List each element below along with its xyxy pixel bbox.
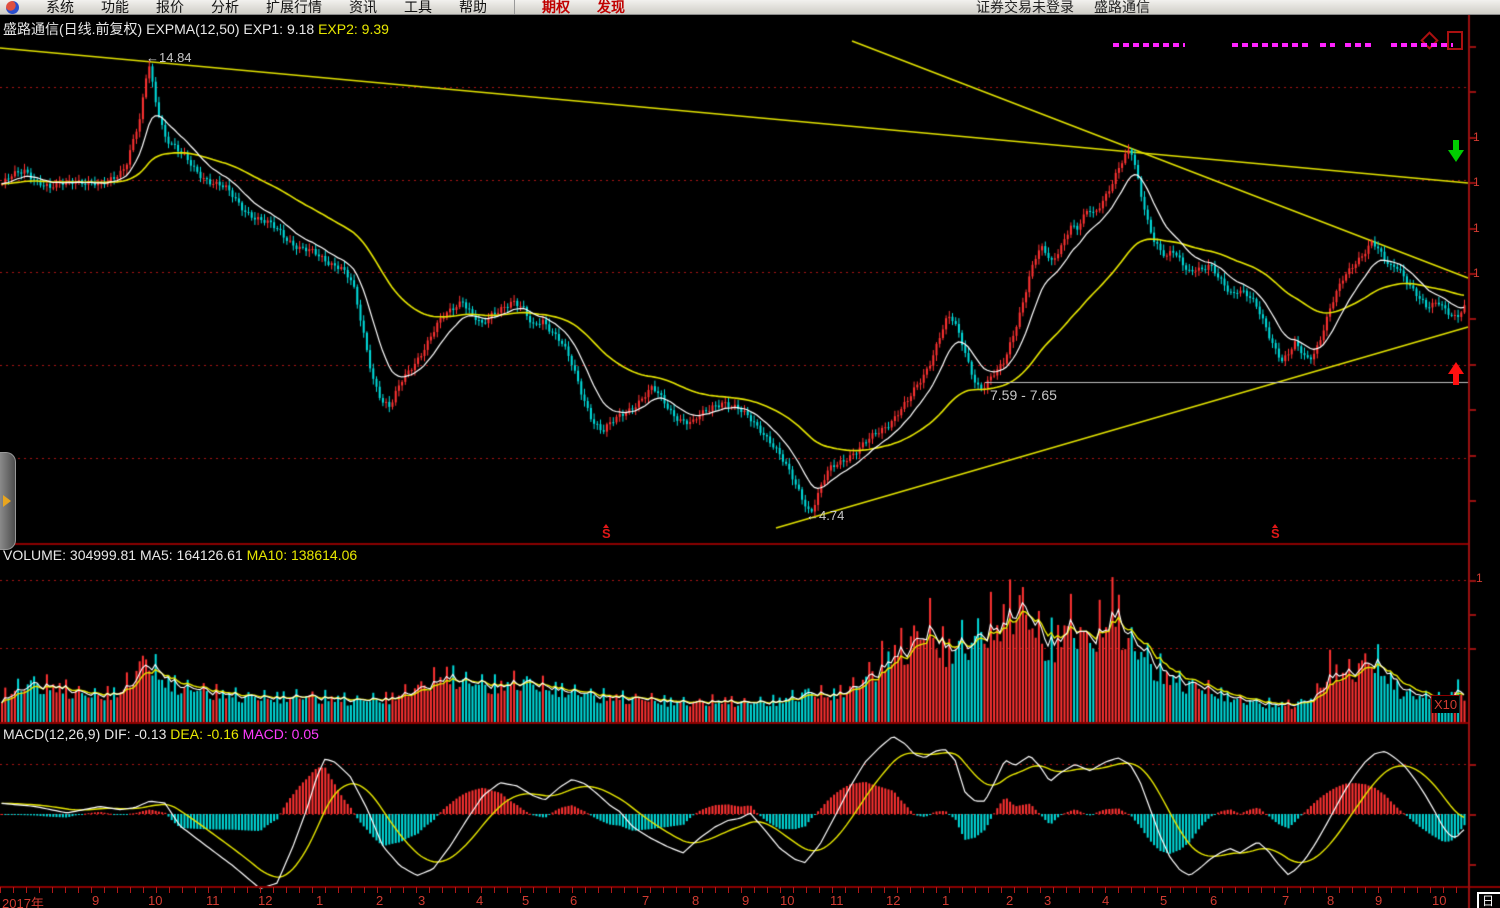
- drawing-annotation-dashes: [1345, 43, 1371, 47]
- volume-pane-title: VOLUME: 304999.81 MA5: 164126.61 MA10: 1…: [3, 547, 357, 563]
- time-axis-label: 11: [830, 893, 844, 908]
- menu-item-3[interactable]: 分析: [211, 0, 239, 15]
- volume-ma10-value: MA10: 138614.06: [247, 547, 358, 563]
- signal-marker: S: [602, 524, 611, 539]
- indicator-name: EXPMA(12,50): [146, 21, 239, 37]
- arrow-down-icon: [1446, 140, 1466, 163]
- menu-item-hot-0[interactable]: 期权: [542, 0, 570, 15]
- signal-marker: S: [1271, 524, 1280, 539]
- high-price-annotation: ←14.84: [146, 50, 192, 65]
- range-annotation: 7.59 - 7.65: [990, 387, 1057, 403]
- trade-login-status[interactable]: 证券交易未登录: [976, 0, 1074, 15]
- price-axis-label: 1: [1473, 221, 1480, 235]
- time-axis-label: 4: [476, 893, 483, 908]
- stock-title: 盛路通信(日线.前复权): [3, 21, 142, 37]
- time-axis-label: 8: [692, 893, 699, 908]
- macd-name: MACD(12,26,9): [3, 726, 100, 742]
- time-axis-label: 1: [316, 893, 323, 908]
- menu-item-5[interactable]: 资讯: [349, 0, 377, 15]
- time-axis-label: 6: [570, 893, 577, 908]
- time-axis-label: 3: [418, 893, 425, 908]
- menu-item-2[interactable]: 报价: [156, 0, 184, 15]
- sell-signal-arrow: [1446, 140, 1466, 163]
- triangle-right-icon: [3, 495, 11, 507]
- menu-item-6[interactable]: 工具: [404, 0, 432, 15]
- time-axis-label: 12: [886, 893, 900, 908]
- volume-value: VOLUME: 304999.81: [3, 547, 136, 563]
- drawing-annotation-dashes: [1320, 43, 1335, 47]
- time-axis-label: 5: [522, 893, 529, 908]
- drawing-annotation-dashes: [1113, 43, 1185, 47]
- time-axis-label: 10: [1432, 893, 1446, 908]
- dea-value: DEA: -0.16: [170, 726, 238, 742]
- time-axis-label: 9: [742, 893, 749, 908]
- window-tool-icon[interactable]: [1447, 31, 1463, 50]
- time-axis-label: 11: [206, 893, 220, 908]
- time-axis-label: 6: [1210, 893, 1217, 908]
- main-pane-title: 盛路通信(日线.前复权) EXPMA(12,50) EXP1: 9.18 EXP…: [3, 21, 389, 37]
- drawing-annotation-dashes: [1232, 43, 1312, 47]
- time-axis-label: 7: [642, 893, 649, 908]
- dif-value: DIF: -0.13: [104, 726, 166, 742]
- menu-item-1[interactable]: 功能: [101, 0, 129, 15]
- time-axis-ticks: [0, 887, 1468, 893]
- menu-item-4[interactable]: 扩展行情: [266, 0, 322, 15]
- menu-item-7[interactable]: 帮助: [459, 0, 487, 15]
- time-axis-label: 8: [1327, 893, 1334, 908]
- drawing-annotation-dashes: [1391, 43, 1453, 47]
- period-selector-button[interactable]: 日: [1477, 892, 1500, 908]
- price-axis-label: 1: [1473, 175, 1480, 189]
- chart-canvas[interactable]: [0, 0, 1500, 908]
- time-axis-label: 10: [148, 893, 162, 908]
- volume-unit-label: X10: [1431, 695, 1459, 713]
- menu-divider: [514, 0, 515, 15]
- time-axis-label: 2017年: [2, 893, 44, 908]
- time-axis-label: 10: [780, 893, 794, 908]
- menu-item-0[interactable]: 系统: [46, 0, 74, 15]
- time-axis-label: 12: [258, 893, 272, 908]
- time-axis-label: 9: [1375, 893, 1382, 908]
- time-axis-label: 9: [92, 893, 99, 908]
- app-logo-icon: [6, 1, 19, 14]
- sidebar-expand-handle[interactable]: [0, 452, 16, 550]
- time-axis-label: 5: [1160, 893, 1167, 908]
- price-axis-label: 1: [1473, 130, 1480, 144]
- price-axis-label: 1: [1473, 266, 1480, 280]
- menu-bar: 系统 功能 报价 分析 扩展行情 资讯 工具 帮助 期权 发现 证券交易未登录 盛路通信: [0, 0, 1500, 15]
- low-price-annotation: ←4.74: [806, 508, 844, 523]
- price-axis-label: 1: [1476, 571, 1483, 585]
- buy-signal-arrow: [1446, 362, 1466, 385]
- exp2-value: EXP2: 9.39: [318, 21, 389, 37]
- time-axis-label: 2: [1006, 893, 1013, 908]
- left-arrow-icon: ←: [806, 508, 819, 523]
- arrow-up-icon: [1446, 362, 1466, 385]
- time-axis-label: 2: [376, 893, 383, 908]
- time-axis-label: 7: [1282, 893, 1289, 908]
- time-axis-label: 3: [1044, 893, 1051, 908]
- volume-ma5-value: MA5: 164126.61: [140, 547, 243, 563]
- exp1-value: EXP1: 9.18: [243, 21, 314, 37]
- current-stock-name: 盛路通信: [1094, 0, 1150, 15]
- left-arrow-icon: ←: [146, 50, 159, 65]
- menu-item-hot-1[interactable]: 发现: [597, 0, 625, 15]
- time-axis-label: 1: [942, 893, 949, 908]
- macd-pane-title: MACD(12,26,9) DIF: -0.13 DEA: -0.16 MACD…: [3, 726, 319, 742]
- trading-app-window: 系统 功能 报价 分析 扩展行情 资讯 工具 帮助 期权 发现 证券交易未登录 盛路通信 盛路通信…: [0, 0, 1500, 908]
- time-axis-label: 4: [1102, 893, 1109, 908]
- macd-value: MACD: 0.05: [243, 726, 319, 742]
